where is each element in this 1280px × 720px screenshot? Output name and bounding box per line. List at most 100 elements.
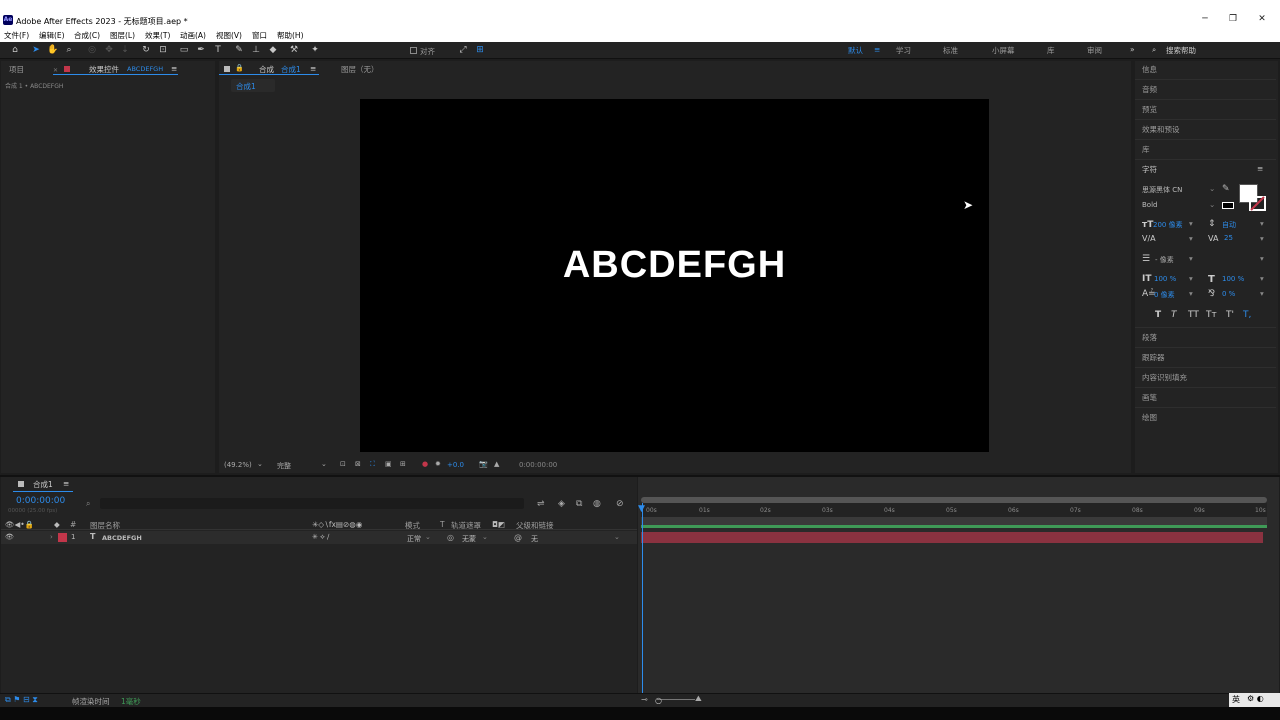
baseline-shift-value[interactable]: 0 像素: [1154, 290, 1175, 300]
subscript-button[interactable]: T,: [1243, 310, 1251, 320]
footer-toggles-icon[interactable]: ⧉ ⚑ ⊟ ⧗: [5, 695, 38, 705]
small-caps-button[interactable]: Tт: [1206, 310, 1217, 320]
workspace-default[interactable]: 默认: [848, 45, 863, 56]
tab-layer[interactable]: 图层（无）: [341, 64, 379, 75]
panel-tracker[interactable]: 跟踪器: [1142, 352, 1165, 363]
dolly-camera-icon[interactable]: ⇣: [119, 44, 131, 56]
font-style-dropdown[interactable]: Bold: [1142, 201, 1157, 209]
zoom-slider-handle[interactable]: ○: [655, 696, 662, 705]
mask-visibility-icon[interactable]: ⛶: [370, 460, 375, 469]
shy-layers-icon[interactable]: ⧉: [576, 499, 582, 509]
align-checkbox[interactable]: [410, 47, 417, 54]
layer-visibility-icon[interactable]: 👁: [5, 533, 14, 541]
panel-paint[interactable]: 绘图: [1142, 412, 1157, 423]
panel-character-title[interactable]: 字符: [1142, 164, 1157, 175]
menu-composition[interactable]: 合成(C): [74, 30, 100, 41]
leading-value[interactable]: 自动: [1222, 220, 1236, 230]
zoom-tool-icon[interactable]: ⌕: [63, 44, 75, 56]
panel-preview[interactable]: 预览: [1142, 104, 1157, 115]
panel-effects-presets[interactable]: 效果和预设: [1142, 124, 1180, 135]
timeline-close-icon[interactable]: [18, 481, 24, 487]
panel-menu-icon[interactable]: ≡: [171, 64, 177, 73]
panel-libraries[interactable]: 库: [1142, 144, 1150, 155]
tsume-value[interactable]: 0 %: [1222, 290, 1235, 298]
vertical-scale-value[interactable]: 100 %: [1154, 275, 1176, 283]
tracking-value[interactable]: 25: [1224, 234, 1233, 242]
search-help-input[interactable]: 搜索帮助: [1166, 45, 1196, 56]
panel-audio[interactable]: 音频: [1142, 84, 1157, 95]
panel-paragraph[interactable]: 段落: [1142, 332, 1157, 343]
layer-label-color[interactable]: [58, 533, 67, 542]
minimize-icon[interactable]: ─: [1198, 14, 1212, 26]
anchor-tool-icon[interactable]: ⊡: [157, 44, 169, 56]
transparency-grid-icon[interactable]: ⊠: [355, 460, 361, 468]
safe-zones-icon[interactable]: ⊞: [400, 460, 406, 468]
black-swatch[interactable]: [1222, 202, 1234, 209]
viewer-close-icon[interactable]: [224, 66, 230, 72]
maximize-icon[interactable]: ❐: [1226, 14, 1240, 26]
grid-guides-icon[interactable]: ▣: [385, 460, 392, 468]
viewer-timecode[interactable]: 0:00:00:00: [519, 461, 557, 469]
viewer-menu-icon[interactable]: ≡: [310, 64, 316, 73]
resolution-dropdown[interactable]: 完整: [277, 461, 291, 471]
comp-navigator-chip[interactable]: 合成1: [231, 79, 275, 92]
selection-tool-icon[interactable]: ➤: [30, 44, 42, 56]
parent-pickwhip-icon[interactable]: @: [514, 533, 522, 542]
type-tool-icon[interactable]: T: [212, 44, 224, 56]
menu-file[interactable]: 文件(F): [4, 30, 29, 41]
region-of-interest-icon[interactable]: ⊡: [340, 460, 346, 468]
comp-mini-flowchart-icon[interactable]: ⇌: [537, 499, 545, 509]
layer-expand-icon[interactable]: ›: [50, 533, 53, 541]
workspace-standard[interactable]: 标准: [943, 45, 958, 56]
exposure-icon[interactable]: ✹: [435, 460, 441, 468]
eraser-tool-icon[interactable]: ◆: [267, 44, 279, 56]
menu-window[interactable]: 窗口: [252, 30, 267, 41]
stroke-width-value[interactable]: - 像素: [1155, 255, 1174, 265]
character-menu-icon[interactable]: ≡: [1257, 164, 1263, 173]
workspace-learn[interactable]: 学习: [896, 45, 911, 56]
work-area-bar[interactable]: [641, 525, 1267, 528]
home-icon[interactable]: ⌂: [9, 44, 21, 56]
current-time-indicator[interactable]: [642, 503, 643, 693]
tab-timeline-comp[interactable]: 合成1: [33, 479, 53, 490]
puppet-pin-icon[interactable]: ✦: [309, 44, 321, 56]
clone-stamp-icon[interactable]: ⊥: [250, 44, 262, 56]
faux-italic-button[interactable]: T: [1171, 310, 1177, 320]
superscript-button[interactable]: T': [1226, 310, 1234, 320]
panel-content-aware-fill[interactable]: 内容识别填充: [1142, 372, 1187, 383]
rectangle-tool-icon[interactable]: ▭: [178, 44, 190, 56]
horizontal-scale-value[interactable]: 100 %: [1222, 275, 1244, 283]
layer-name[interactable]: ABCDEFGH: [102, 534, 142, 542]
layer-switches-icon[interactable]: ✳ ⟡ ∕: [312, 533, 329, 542]
menu-animation[interactable]: 动画(A): [180, 30, 206, 41]
brush-tool-icon[interactable]: ✎: [233, 44, 245, 56]
orbit-camera-icon[interactable]: ◎: [86, 44, 98, 56]
playhead-icon[interactable]: ▼: [638, 504, 645, 514]
pen-tool-icon[interactable]: ✒: [195, 44, 207, 56]
more-workspaces-icon[interactable]: »: [1130, 45, 1135, 54]
zoom-dropdown[interactable]: (49.2%): [224, 461, 252, 469]
trkmat-header[interactable]: 轨道遮罩: [451, 520, 481, 531]
stroke-type-chevron-icon[interactable]: ▾: [1260, 254, 1264, 263]
snapshot-icon[interactable]: 📷: [479, 460, 488, 468]
panel-brushes[interactable]: 画笔: [1142, 392, 1157, 403]
layer-parent-dropdown[interactable]: 无: [531, 534, 538, 544]
font-family-dropdown[interactable]: 思源黑体 CN: [1142, 185, 1182, 195]
pan-camera-icon[interactable]: ✥: [103, 44, 115, 56]
roto-brush-icon[interactable]: ⚒: [288, 44, 300, 56]
tab-project[interactable]: 项目: [9, 64, 24, 75]
eyedropper-icon[interactable]: ✎: [1222, 184, 1230, 194]
timeline-menu-icon[interactable]: ≡: [63, 479, 69, 488]
faux-bold-button[interactable]: T: [1155, 310, 1161, 320]
workspace-libraries[interactable]: 库: [1047, 45, 1055, 56]
zoom-in-icon[interactable]: ⛰: [695, 694, 702, 704]
hand-tool-icon[interactable]: ✋: [47, 44, 59, 56]
current-time-display[interactable]: 0:00:00:00: [16, 496, 65, 506]
mode-header[interactable]: 模式: [405, 520, 420, 531]
workspace-review[interactable]: 审阅: [1087, 45, 1102, 56]
menu-help[interactable]: 帮助(H): [277, 30, 304, 41]
graph-editor-icon[interactable]: ⊘: [616, 499, 624, 509]
layer-duration-bar[interactable]: [641, 532, 1263, 543]
rotate-tool-icon[interactable]: ↻: [140, 44, 152, 56]
menu-view[interactable]: 视图(V): [216, 30, 242, 41]
